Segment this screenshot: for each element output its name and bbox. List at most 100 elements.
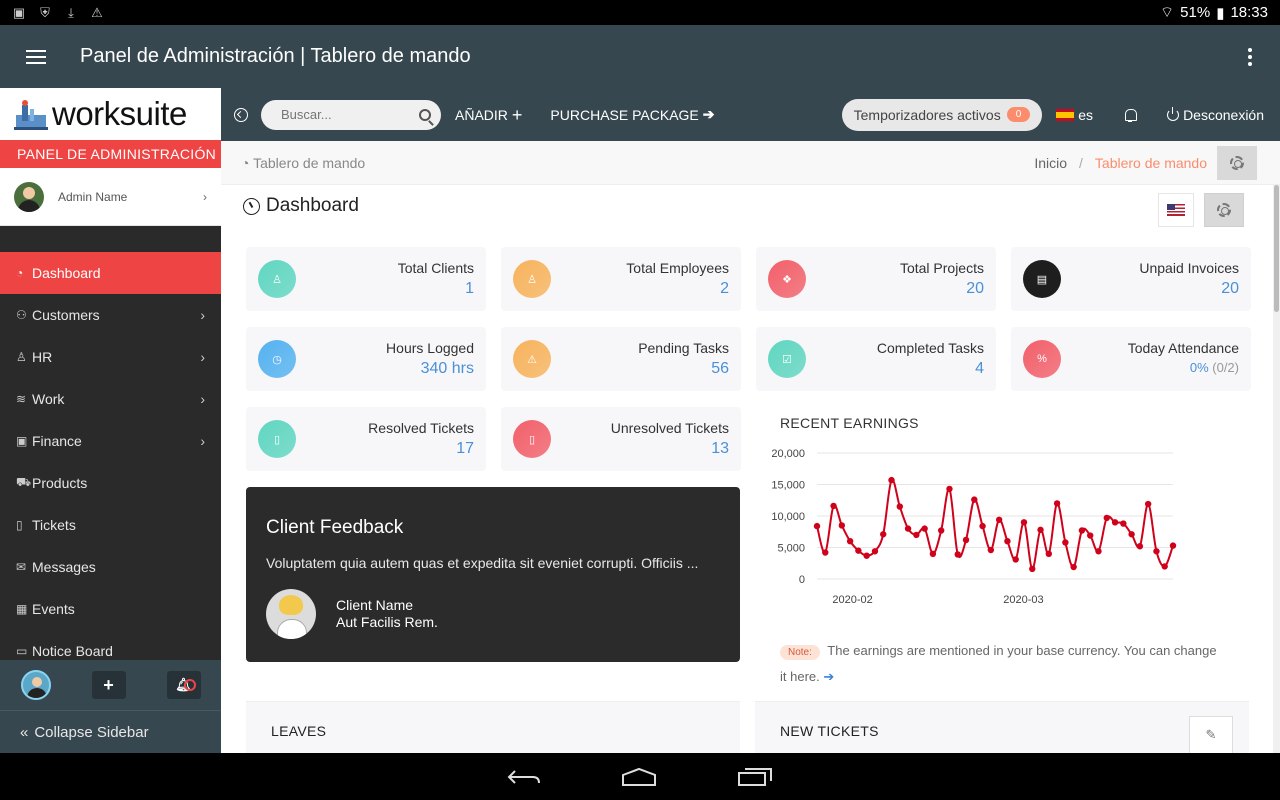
earnings-point[interactable] (929, 550, 937, 557)
sidebar-item-messages[interactable]: ✉ Messages (0, 546, 221, 588)
earnings-point[interactable] (1169, 542, 1177, 549)
logout-button[interactable]: Desconexión (1167, 106, 1264, 123)
active-timers-button[interactable]: Temporizadores activos 0 (841, 98, 1043, 131)
stat-card-today-attendance[interactable]: % Today Attendance 0% (0/2) (1011, 327, 1251, 391)
notifications-button[interactable]: 🔔︎ (166, 671, 201, 699)
earnings-point[interactable] (1111, 519, 1119, 526)
earnings-point[interactable] (863, 552, 870, 559)
earnings-point[interactable] (1012, 556, 1019, 563)
stat-label: Resolved Tickets (368, 420, 474, 436)
earnings-point[interactable] (830, 502, 837, 510)
earnings-point[interactable] (822, 549, 829, 556)
earnings-point[interactable] (1053, 500, 1061, 507)
earnings-point[interactable] (1095, 548, 1102, 555)
android-nav-bar (0, 753, 1280, 800)
earnings-point[interactable] (921, 525, 928, 532)
earnings-point[interactable] (971, 496, 978, 503)
sidebar-item-tickets[interactable]: ▯ Tickets (0, 504, 221, 546)
sidebar-item-events[interactable]: ▦ Events (0, 588, 221, 630)
stat-value-text: 2 (720, 280, 729, 297)
dashboard-settings-button[interactable] (1204, 193, 1244, 227)
earnings-point[interactable] (1078, 527, 1086, 534)
sidebar-item-hr[interactable]: ♙ HR › (0, 336, 221, 378)
overflow-menu-button[interactable] (1220, 47, 1280, 66)
stat-card-total-projects[interactable]: ❖ Total Projects 20 (756, 247, 996, 311)
earnings-point[interactable] (888, 476, 895, 484)
earnings-point[interactable] (1070, 563, 1077, 571)
earnings-point[interactable] (1153, 548, 1160, 555)
earnings-point[interactable] (838, 522, 846, 529)
search-icon[interactable] (419, 108, 431, 121)
arrow-right-icon[interactable]: ➔ (823, 669, 834, 684)
stat-card-resolved-tickets[interactable]: ▯ Resolved Tickets 17 (246, 407, 486, 471)
stat-card-unpaid-invoices[interactable]: ▤ Unpaid Invoices 20 (1011, 247, 1251, 311)
earnings-point[interactable] (813, 522, 821, 530)
admin-profile[interactable]: Admin Name › (0, 168, 221, 226)
search-input[interactable] (281, 107, 419, 122)
earnings-point[interactable] (1029, 565, 1036, 573)
stat-label: Unresolved Tickets (610, 420, 729, 436)
earnings-point[interactable] (1020, 519, 1028, 526)
stat-card-total-clients[interactable]: ♙ Total Clients 1 (246, 247, 486, 311)
back-circle-icon[interactable] (234, 107, 248, 122)
earnings-point[interactable] (1120, 520, 1127, 527)
add-button[interactable]: AÑADIR + (455, 106, 522, 124)
earnings-point[interactable] (896, 503, 903, 510)
recent-apps-icon[interactable] (737, 767, 773, 787)
edit-button[interactable]: ✎ (1189, 716, 1233, 753)
timers-label: Temporizadores activos (853, 106, 1001, 123)
earnings-point[interactable] (987, 546, 995, 554)
earnings-point[interactable] (1161, 563, 1168, 570)
stat-card-pending-tasks[interactable]: ⚠ Pending Tasks 56 (501, 327, 741, 391)
home-icon[interactable] (621, 767, 657, 787)
stat-card-unresolved-tickets[interactable]: ▯ Unresolved Tickets 13 (501, 407, 741, 471)
earnings-point[interactable] (904, 525, 912, 532)
stat-card-total-employees[interactable]: ♙ Total Employees 2 (501, 247, 741, 311)
language-selector[interactable]: es (1056, 107, 1093, 123)
earnings-point[interactable] (1128, 531, 1135, 538)
collapse-sidebar-button[interactable]: « Collapse Sidebar (0, 710, 221, 753)
earnings-point[interactable] (1062, 539, 1069, 546)
earnings-point[interactable] (880, 531, 887, 538)
hamburger-menu-button[interactable] (0, 49, 72, 64)
earnings-point[interactable] (1103, 514, 1110, 522)
earnings-point[interactable] (1087, 532, 1094, 539)
y-tick-label: 0 (799, 574, 805, 586)
earnings-point[interactable] (846, 538, 854, 545)
earnings-point[interactable] (979, 522, 986, 530)
stat-value-text: 4 (975, 360, 984, 377)
sidebar-item-customers[interactable]: ⚇ Customers › (0, 294, 221, 336)
earnings-point[interactable] (995, 516, 1003, 523)
sidebar-item-work[interactable]: ≋ Work › (0, 378, 221, 420)
language-flag-button[interactable] (1158, 193, 1194, 227)
breadcrumb-home-link[interactable]: Inicio (1034, 155, 1067, 171)
earnings-point[interactable] (1037, 526, 1044, 534)
earnings-point[interactable] (1136, 543, 1144, 550)
earnings-point[interactable] (855, 547, 862, 554)
earnings-point[interactable] (946, 485, 953, 493)
y-tick-label: 5,000 (777, 543, 805, 555)
earnings-point[interactable] (1045, 550, 1053, 557)
earnings-point[interactable] (954, 551, 961, 558)
purchase-package-button[interactable]: PURCHASE PACKAGE ➔ (550, 106, 714, 123)
back-icon[interactable] (507, 767, 541, 787)
earnings-point[interactable] (871, 548, 879, 555)
user-avatar-button[interactable] (20, 670, 51, 700)
earnings-point[interactable] (1144, 500, 1152, 508)
logo[interactable]: worksuite (0, 88, 221, 140)
earnings-point[interactable] (962, 536, 970, 544)
quick-add-button[interactable]: + (91, 671, 126, 699)
language-code: es (1078, 106, 1094, 123)
stat-card-completed-tasks[interactable]: ☑ Completed Tasks 4 (756, 327, 996, 391)
earnings-point[interactable] (937, 527, 945, 534)
bell-icon[interactable] (1123, 108, 1138, 122)
sidebar-item-label: Tickets (32, 517, 76, 533)
sidebar-item-dashboard[interactable]: ◔ Dashboard (0, 252, 221, 294)
earnings-point[interactable] (913, 531, 920, 539)
sidebar-item-products[interactable]: ⛟ Products (0, 462, 221, 504)
scrollbar[interactable] (1273, 185, 1280, 753)
sidebar-item-finance[interactable]: ▣ Finance › (0, 420, 221, 462)
settings-button[interactable] (1217, 145, 1257, 180)
earnings-point[interactable] (1004, 538, 1011, 545)
stat-card-hours-logged[interactable]: ◷ Hours Logged 340 hrs (246, 327, 486, 391)
